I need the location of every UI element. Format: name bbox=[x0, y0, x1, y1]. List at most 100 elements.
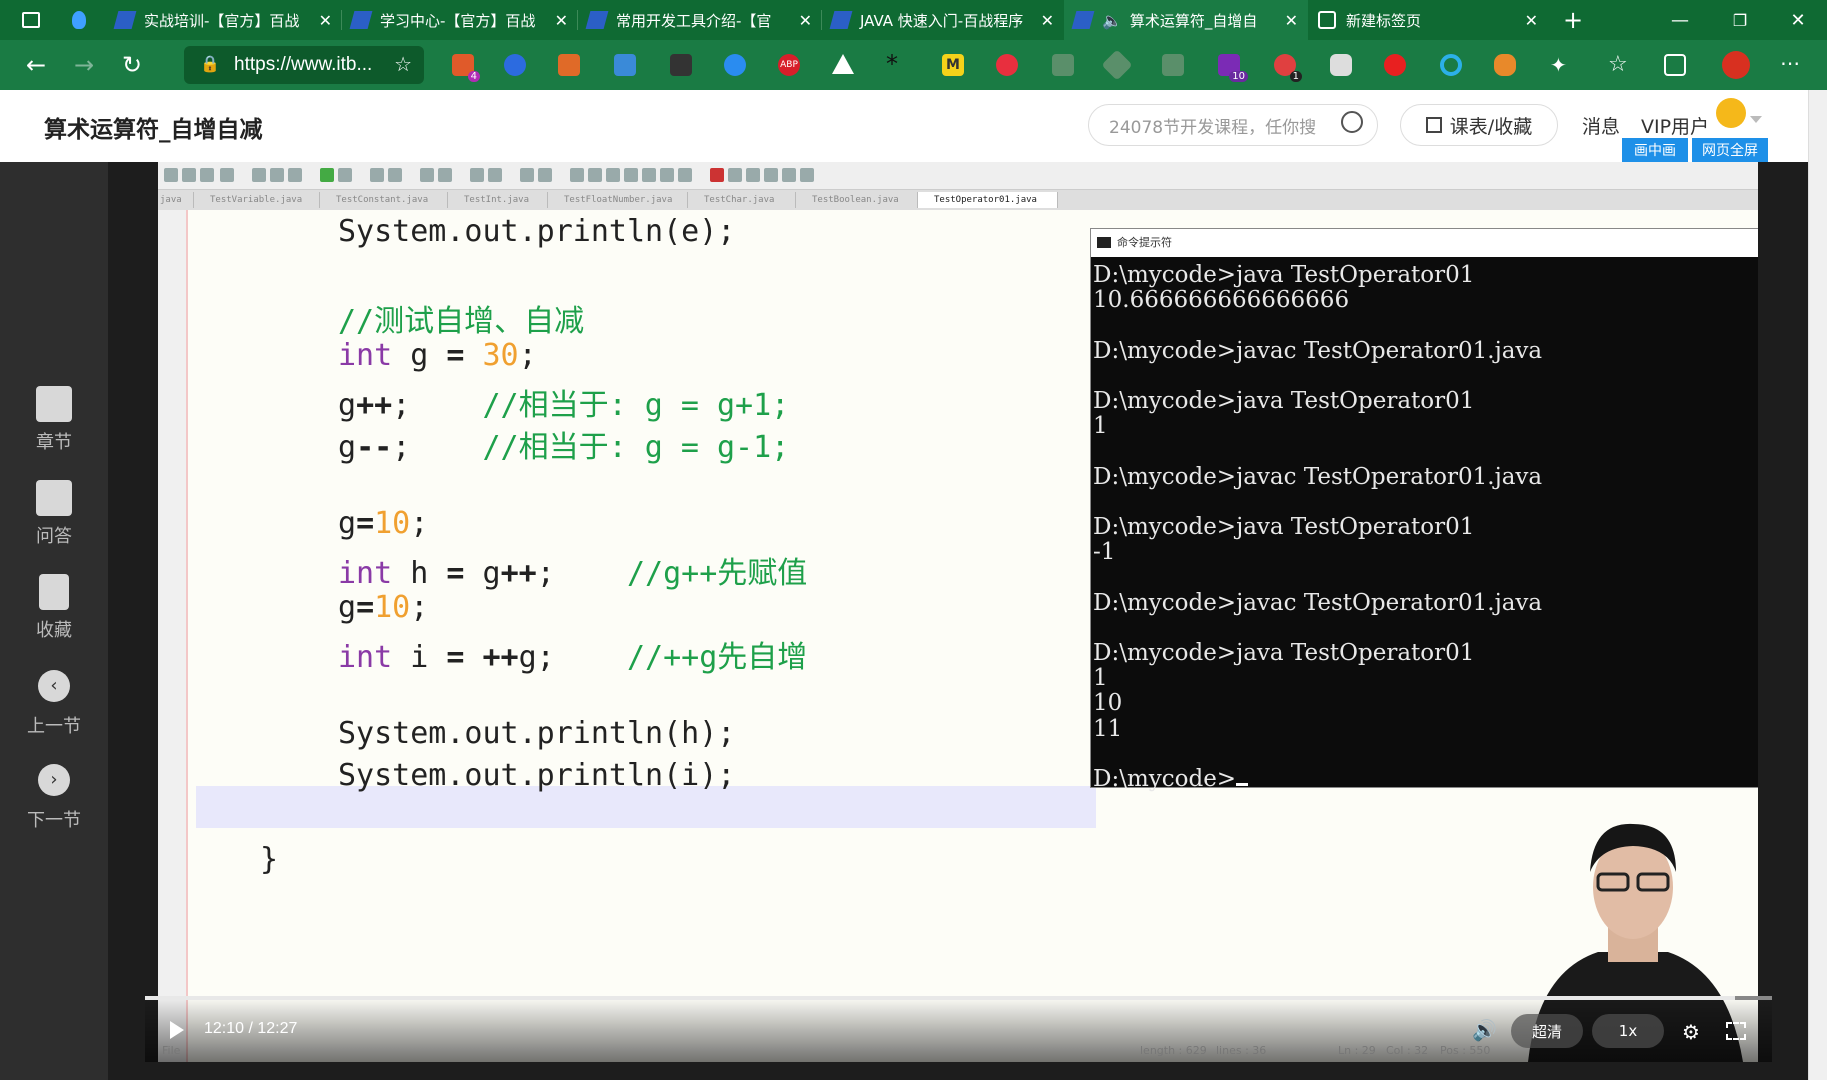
favorites-icon[interactable]: ☆ bbox=[1608, 54, 1630, 76]
sidebar-item-next[interactable]: › 下一节 bbox=[0, 764, 108, 832]
chevron-down-icon[interactable] bbox=[1750, 116, 1762, 123]
pip-button[interactable]: 画中画 bbox=[1622, 138, 1688, 162]
cmd-icon bbox=[1097, 237, 1111, 248]
volume-icon[interactable]: 🔊 bbox=[1472, 1018, 1497, 1042]
fullpage-button[interactable]: 网页全屏 bbox=[1692, 138, 1768, 162]
sidebar-item-label: 上一节 bbox=[27, 716, 81, 737]
back-button[interactable]: ← bbox=[12, 45, 60, 85]
progress-fill bbox=[145, 996, 1735, 1000]
more-icon[interactable]: ⋯ bbox=[1780, 53, 1802, 76]
tab-java[interactable]: JAVA 快速入门-百战程序 ✕ bbox=[822, 0, 1064, 40]
page-icon bbox=[349, 11, 373, 29]
asterisk-icon[interactable]: * bbox=[886, 52, 908, 76]
close-icon[interactable]: ✕ bbox=[311, 11, 332, 30]
cmd-window[interactable]: 命令提示符 — D:\mycode>java TestOperator01 10… bbox=[1090, 228, 1758, 792]
adblock-icon[interactable]: ABP bbox=[778, 54, 800, 76]
extension-icon[interactable] bbox=[996, 54, 1018, 76]
course-sidebar: 章节 问答 收藏 ‹ 上一节 › 下一节 bbox=[0, 162, 108, 1080]
grid-icon[interactable] bbox=[614, 54, 636, 76]
sidebar-item-prev[interactable]: ‹ 上一节 bbox=[0, 670, 108, 738]
time-display: 12:10 / 12:27 bbox=[204, 1020, 298, 1037]
search-icon[interactable] bbox=[1341, 111, 1363, 133]
close-window-button[interactable]: ✕ bbox=[1770, 0, 1826, 40]
code-line-h: int h = g++; //g++先赋值 bbox=[338, 556, 808, 591]
minimize-button[interactable]: — bbox=[1652, 0, 1708, 40]
mountain-icon[interactable] bbox=[832, 54, 854, 74]
extension-icon[interactable] bbox=[558, 54, 580, 76]
cmd-output: D:\mycode>java TestOperator01 10.6666666… bbox=[1093, 262, 1542, 792]
new-tab-button[interactable]: + bbox=[1548, 0, 1598, 40]
sidebar-item-qa[interactable]: 问答 bbox=[0, 480, 108, 548]
status-file: File bbox=[162, 1044, 181, 1057]
puzzle-icon[interactable]: ✦ bbox=[1550, 54, 1572, 76]
code-comment: //测试自增、自减 bbox=[338, 304, 585, 339]
schedule-button[interactable]: 课表/收藏 bbox=[1400, 104, 1558, 146]
tab-xuexi[interactable]: 学习中心-【官方】百战 ✕ bbox=[342, 0, 578, 40]
sidebar-item-chapter[interactable]: 章节 bbox=[0, 386, 108, 454]
favorite-star-icon[interactable]: ☆ bbox=[394, 52, 412, 77]
tab-newtab[interactable]: 新建标签页 ✕ bbox=[1308, 0, 1548, 40]
vip-link[interactable]: VIP用户 bbox=[1641, 112, 1709, 139]
tab-actions-icon bbox=[22, 12, 40, 28]
diamond-icon[interactable] bbox=[724, 54, 746, 76]
adblock-label: ABP bbox=[780, 60, 798, 70]
calculator-icon[interactable] bbox=[670, 54, 692, 76]
file-tab[interactable]: TestConstant.java bbox=[320, 192, 448, 208]
close-icon[interactable]: ✕ bbox=[1517, 11, 1538, 30]
camera-icon[interactable] bbox=[1330, 54, 1352, 76]
tab-shizhan[interactable]: 实战培训-【官方】百战 ✕ bbox=[106, 0, 342, 40]
avatar[interactable] bbox=[1722, 51, 1750, 79]
file-tab[interactable]: TestChar.java bbox=[688, 192, 796, 208]
page-icon bbox=[113, 11, 137, 29]
sidebar-item-bookmark[interactable]: 收藏 bbox=[0, 574, 108, 642]
progress-bar[interactable] bbox=[145, 996, 1772, 1000]
m-label: M bbox=[946, 57, 960, 73]
code-line: System.out.println(h); bbox=[338, 716, 736, 751]
braces-icon[interactable] bbox=[1162, 54, 1184, 76]
close-icon[interactable]: ✕ bbox=[791, 11, 812, 30]
diamond-outline-icon[interactable] bbox=[1101, 49, 1133, 81]
file-tab[interactable]: TestBoolean.java bbox=[796, 192, 918, 208]
search-input[interactable]: 24078节开发课程，任你搜 bbox=[1088, 104, 1378, 146]
messages-link[interactable]: 消息 bbox=[1582, 112, 1620, 139]
collections-icon[interactable] bbox=[1664, 54, 1686, 76]
next-icon: › bbox=[38, 764, 70, 796]
url-field[interactable]: 🔒 https://www.itb... ☆ bbox=[184, 46, 424, 84]
ring-icon[interactable] bbox=[1440, 54, 1462, 76]
extension-icon[interactable]: 1 bbox=[1274, 54, 1302, 82]
code-line: System.out.println(i); bbox=[338, 758, 736, 793]
tiktok-icon[interactable] bbox=[504, 54, 526, 76]
lock-icon: 🔒 bbox=[200, 56, 220, 73]
play-button[interactable] bbox=[170, 1021, 184, 1039]
ext-badge: 10 bbox=[1229, 71, 1248, 82]
close-icon[interactable]: ✕ bbox=[1033, 11, 1054, 30]
formula-icon[interactable] bbox=[1052, 54, 1074, 76]
tab-pinned[interactable] bbox=[62, 0, 106, 40]
speaker-icon[interactable]: 🔈 bbox=[1102, 11, 1122, 30]
file-tab[interactable]: TestInt.java bbox=[448, 192, 548, 208]
forward-button[interactable]: → bbox=[60, 45, 108, 85]
extension-icon[interactable] bbox=[1384, 54, 1406, 76]
close-icon[interactable]: ✕ bbox=[1277, 11, 1298, 30]
fullscreen-icon[interactable] bbox=[1726, 1022, 1746, 1040]
refresh-button[interactable]: ↻ bbox=[108, 45, 156, 85]
page-scrollbar[interactable] bbox=[1808, 90, 1827, 1080]
extension-icon[interactable]: 4 bbox=[452, 54, 480, 82]
restore-button[interactable]: ❐ bbox=[1712, 0, 1768, 40]
close-icon[interactable]: ✕ bbox=[547, 11, 568, 30]
tab-tools[interactable]: 常用开发工具介绍-【官 ✕ bbox=[578, 0, 822, 40]
tab-active-operator[interactable]: 🔈 算术运算符_自增自 ✕ bbox=[1064, 0, 1308, 40]
extension-icon[interactable]: 10 bbox=[1218, 54, 1248, 82]
page-icon bbox=[1071, 11, 1095, 29]
ext-badge: 4 bbox=[467, 71, 480, 82]
m-icon[interactable]: M bbox=[942, 54, 964, 76]
video-frame[interactable]: java TestVariable.java TestConstant.java… bbox=[158, 162, 1758, 1062]
file-tab[interactable]: TestFloatNumber.java bbox=[548, 192, 688, 208]
fox-icon[interactable] bbox=[1494, 54, 1516, 76]
prev-icon: ‹ bbox=[38, 670, 70, 702]
editor-status-bar: File length : 629 lines : 36 Ln : 29 Col… bbox=[158, 1040, 1758, 1062]
file-tab[interactable]: java bbox=[158, 192, 194, 208]
file-tab-active[interactable]: TestOperator01.java bbox=[918, 192, 1058, 208]
tab-actions-button[interactable] bbox=[0, 0, 62, 40]
file-tab[interactable]: TestVariable.java bbox=[194, 192, 320, 208]
